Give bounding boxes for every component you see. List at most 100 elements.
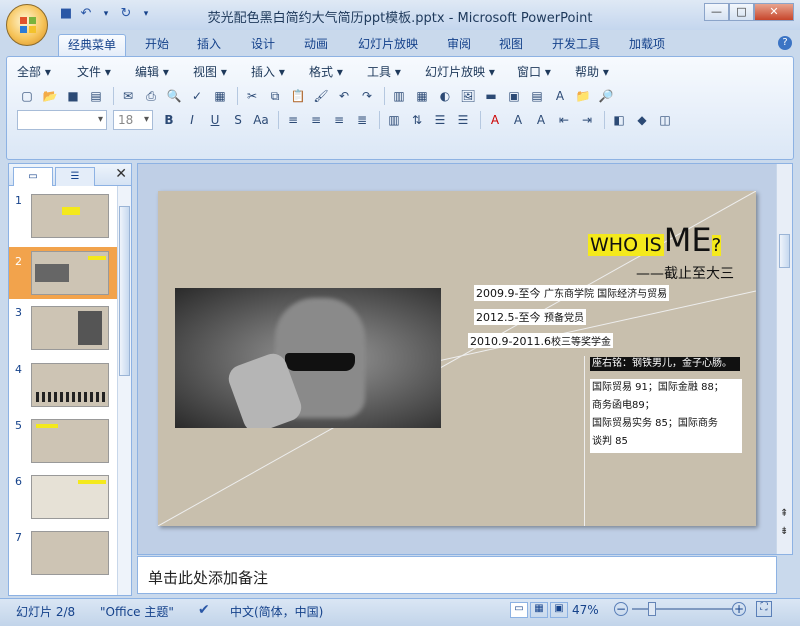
layout-icon[interactable]: ▤	[527, 86, 547, 106]
thumbnails-scrollbar[interactable]	[117, 186, 131, 595]
tab-home[interactable]: 开始	[136, 34, 178, 56]
shapes-icon[interactable]: ◆	[632, 110, 652, 130]
justify-icon[interactable]: ≣	[352, 110, 372, 130]
scroll-thumb[interactable]	[119, 206, 130, 376]
thumbnail-slide-1[interactable]: 1	[9, 194, 119, 250]
align-right-icon[interactable]: ≡	[329, 110, 349, 130]
slideshow-view-icon[interactable]: ▣	[550, 602, 568, 618]
open-icon[interactable]: 📂	[40, 86, 60, 106]
font-name-combo[interactable]	[17, 110, 107, 130]
thumbnail-slide-4[interactable]: 4	[9, 363, 119, 419]
close-button[interactable]: ✕	[754, 3, 794, 21]
scroll-thumb[interactable]	[779, 234, 790, 268]
format-painter-icon[interactable]: 🖌	[311, 86, 331, 106]
close-icon[interactable]: ✕	[115, 166, 127, 182]
shadow-icon[interactable]: S	[228, 110, 248, 130]
spelling-icon[interactable]: ✓	[187, 86, 207, 106]
change-case-icon[interactable]: Aa	[251, 110, 271, 130]
save-icon[interactable]: ■	[63, 86, 83, 106]
font-color-icon[interactable]: A	[485, 110, 505, 130]
fit-to-window-icon[interactable]: ⛶	[756, 601, 772, 617]
save-icon[interactable]: ■	[58, 6, 74, 22]
theme-name[interactable]: "Office 主题"	[100, 603, 174, 620]
sorter-view-icon[interactable]: ▦	[530, 602, 548, 618]
language-indicator[interactable]: 中文(简体，中国)	[230, 603, 323, 620]
maximize-button[interactable]: □	[729, 3, 754, 21]
align-center-icon[interactable]: ≡	[306, 110, 326, 130]
notes-placeholder[interactable]: 单击此处添加备注	[148, 567, 268, 588]
profile-photo[interactable]	[175, 288, 441, 428]
increase-indent-icon[interactable]: ⇥	[577, 110, 597, 130]
slide-canvas[interactable]: WHO ISME? ——截止至大三 2009.9-至今 广东商学院 国际经济与贸…	[158, 191, 756, 526]
prev-slide-icon[interactable]: ⇞	[780, 508, 788, 519]
tab-animation[interactable]: 动画	[295, 34, 337, 56]
normal-view-icon[interactable]: ▭	[510, 602, 528, 618]
grow-font-icon[interactable]: A	[508, 110, 528, 130]
columns-icon[interactable]: ▥	[384, 110, 404, 130]
thumbnail-slide-7[interactable]: 7	[9, 531, 119, 587]
zoom-slider-thumb[interactable]	[648, 602, 656, 616]
clipart-icon[interactable]: ◐	[435, 86, 455, 106]
undo-icon[interactable]: ↶	[334, 86, 354, 106]
help-icon[interactable]: ?	[778, 36, 792, 50]
picture-icon[interactable]: 🖼	[458, 86, 478, 106]
tab-developer[interactable]: 开发工具	[542, 34, 610, 56]
zoom-in-icon[interactable]: +	[732, 602, 746, 616]
menu-tools[interactable]: 工具 ▾	[367, 63, 425, 80]
menu-all[interactable]: 全部 ▾	[17, 63, 77, 80]
pdf-icon[interactable]: ▤	[86, 86, 106, 106]
research-icon[interactable]: ▦	[210, 86, 230, 106]
align-left-icon[interactable]: ≡	[283, 110, 303, 130]
print-preview-icon[interactable]: 🔍	[164, 86, 184, 106]
new-slide-icon[interactable]: ▣	[504, 86, 524, 106]
minimize-button[interactable]: —	[704, 3, 729, 21]
office-button[interactable]	[6, 4, 48, 46]
redo-icon[interactable]: ↻	[118, 6, 134, 22]
tab-design[interactable]: 设计	[242, 34, 284, 56]
customize-qat-icon[interactable]: ▾	[138, 6, 154, 22]
menu-window[interactable]: 窗口 ▾	[517, 63, 575, 80]
arrange-icon[interactable]: ◧	[609, 110, 629, 130]
tab-view[interactable]: 视图	[490, 34, 532, 56]
tab-review[interactable]: 审阅	[438, 34, 480, 56]
notes-pane[interactable]: 单击此处添加备注	[137, 556, 777, 594]
text-direction-icon[interactable]: ⇅	[407, 110, 427, 130]
menu-insert[interactable]: 插入 ▾	[251, 63, 309, 80]
undo-icon[interactable]: ↶	[78, 6, 94, 22]
permission-icon[interactable]: ✉	[118, 86, 138, 106]
table-icon[interactable]: ▦	[412, 86, 432, 106]
bullets-icon[interactable]: ☰	[453, 110, 473, 130]
textbox-icon[interactable]: A	[550, 86, 570, 106]
quick-styles-icon[interactable]: ◫	[655, 110, 675, 130]
zoom-slider[interactable]	[632, 608, 732, 610]
tab-outline[interactable]: ☰	[55, 167, 95, 186]
zoom-out-icon[interactable]: −	[614, 602, 628, 616]
bold-icon[interactable]: B	[159, 110, 179, 130]
copy-icon[interactable]: ⧉	[265, 86, 285, 106]
spelling-check-icon[interactable]: ✔	[198, 602, 210, 618]
next-slide-icon[interactable]: ⇟	[780, 526, 788, 537]
font-size-combo[interactable]: 18	[113, 110, 153, 130]
color-grayscale-icon[interactable]: ▬	[481, 86, 501, 106]
tab-insert[interactable]: 插入	[188, 34, 230, 56]
thumbnail-slide-5[interactable]: 5	[9, 419, 119, 475]
redo-icon[interactable]: ↷	[357, 86, 377, 106]
chart-icon[interactable]: ▥	[389, 86, 409, 106]
tab-slides[interactable]: ▭	[13, 167, 53, 186]
folder-icon[interactable]: 📁	[573, 86, 593, 106]
menu-format[interactable]: 格式 ▾	[309, 63, 367, 80]
dropdown-icon[interactable]: ▾	[98, 6, 114, 22]
slide-scrollbar[interactable]: ⇞ ⇟	[776, 164, 792, 554]
tab-classic-menu[interactable]: 经典菜单	[58, 34, 126, 56]
menu-view[interactable]: 视图 ▾	[193, 63, 251, 80]
numbering-icon[interactable]: ☰	[430, 110, 450, 130]
paste-icon[interactable]: 📋	[288, 86, 308, 106]
menu-edit[interactable]: 编辑 ▾	[135, 63, 193, 80]
menu-slideshow[interactable]: 幻灯片放映 ▾	[425, 63, 517, 80]
shrink-font-icon[interactable]: A	[531, 110, 551, 130]
italic-icon[interactable]: I	[182, 110, 202, 130]
print-icon[interactable]: ⎙	[141, 86, 161, 106]
decrease-indent-icon[interactable]: ⇤	[554, 110, 574, 130]
thumbnail-slide-6[interactable]: 6	[9, 475, 119, 531]
cut-icon[interactable]: ✂	[242, 86, 262, 106]
